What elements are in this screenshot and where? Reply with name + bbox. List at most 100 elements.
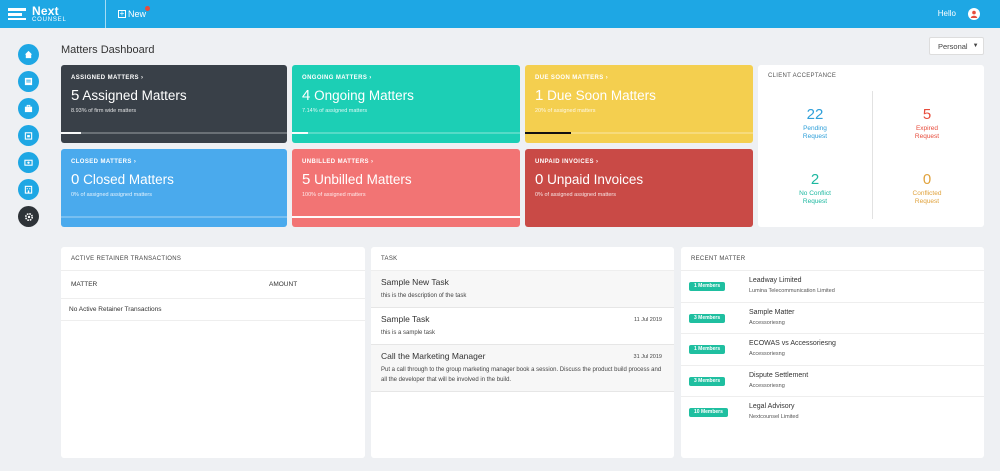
new-button[interactable]: + New bbox=[118, 6, 151, 19]
task-item[interactable]: Call the Marketing Manager 31 Jul 2019 P… bbox=[371, 345, 674, 392]
matter-title[interactable]: Sample Matter bbox=[749, 309, 795, 316]
matter-client: Accessoriesng bbox=[749, 319, 785, 326]
matter-title[interactable]: ECOWAS vs Accessoriesng bbox=[749, 340, 836, 347]
hello-label: Hello bbox=[937, 9, 956, 18]
notification-dot bbox=[145, 6, 151, 11]
task-title: TASK bbox=[371, 247, 674, 271]
recent-matter-item[interactable]: 3 Members Sample Matter Accessoriesng bbox=[681, 303, 984, 334]
task-item[interactable]: Sample Task 11 Jul 2019 this is a sample… bbox=[371, 308, 674, 345]
card-caption[interactable]: UNPAID INVOICES › bbox=[535, 159, 743, 165]
user-avatar-icon[interactable] bbox=[968, 8, 980, 20]
building-icon[interactable] bbox=[18, 179, 39, 200]
new-label: New bbox=[128, 9, 147, 19]
briefcase-icon[interactable] bbox=[18, 98, 39, 119]
client-acceptance-title: CLIENT ACCEPTANCE bbox=[768, 73, 837, 79]
recent-matter-item[interactable]: 1 Members ECOWAS vs Accessoriesng Access… bbox=[681, 334, 984, 366]
members-badge: 3 Members bbox=[689, 313, 726, 323]
task-item-desc: Put a call through to the group marketin… bbox=[381, 367, 662, 383]
members-badge: 1 Members bbox=[689, 282, 726, 291]
matter-client: Lumina Telecommunication Limited bbox=[749, 288, 835, 294]
conflicted-request-stat[interactable]: 0 Conflicted Request bbox=[872, 172, 982, 206]
column-matter[interactable]: MATTER bbox=[71, 281, 269, 288]
card-progress bbox=[292, 132, 520, 134]
card-closed-matters[interactable]: CLOSED MATTERS › 0 Closed Matters 0% of … bbox=[61, 149, 287, 227]
logo-counsel: COUNSEL bbox=[32, 17, 67, 23]
recent-matter-panel: RECENT MATTER 1 Members Leadway Limited … bbox=[681, 247, 984, 458]
card-subtext: 0% of assigned assigned matters bbox=[71, 192, 153, 198]
stat-value: 0 bbox=[922, 171, 932, 188]
card-value: 5 Assigned Matters bbox=[71, 87, 187, 104]
client-acceptance-panel: CLIENT ACCEPTANCE 22 Pending Request 5 Ex… bbox=[758, 65, 984, 227]
caret-down-icon: ▼ bbox=[972, 43, 979, 49]
recent-matter-item[interactable]: 10 Members Legal Advisory Nextcounsel Li… bbox=[681, 397, 984, 429]
matter-client: Accessoriesng bbox=[749, 351, 785, 357]
matter-title[interactable]: Legal Advisory bbox=[749, 403, 795, 410]
scope-select[interactable]: Personal ▼ bbox=[929, 37, 984, 55]
task-item-desc: this is the description of the task bbox=[381, 293, 467, 299]
calendar-icon[interactable] bbox=[18, 125, 39, 146]
card-value: 1 Due Soon Matters bbox=[535, 87, 656, 104]
retainer-panel: ACTIVE RETAINER TRANSACTIONS MATTER AMOU… bbox=[61, 247, 365, 458]
card-progress bbox=[292, 216, 520, 218]
card-assigned-matters[interactable]: ASSIGNED MATTERS › 5 Assigned Matters 8.… bbox=[61, 65, 287, 143]
task-item-desc: this is a sample task bbox=[381, 330, 436, 336]
card-subtext: 7.14% of assigned matters bbox=[302, 108, 368, 114]
stat-value: 2 bbox=[810, 171, 820, 188]
logo-next: Next bbox=[32, 4, 59, 18]
empty-row: No Active Retainer Transactions bbox=[61, 299, 365, 321]
logo[interactable]: Next COUNSEL bbox=[0, 0, 106, 28]
members-badge: 10 Members bbox=[689, 408, 728, 417]
card-unpaid-invoices[interactable]: UNPAID INVOICES › 0 Unpaid Invoices 0% o… bbox=[525, 149, 753, 227]
card-caption[interactable]: ONGOING MATTERS › bbox=[302, 75, 510, 81]
task-item-date: 31 Jul 2019 bbox=[633, 354, 662, 360]
matter-client: Nextcounsel Limited bbox=[749, 414, 799, 420]
card-subtext: 0% of assigned assigned matters bbox=[535, 192, 617, 198]
card-progress bbox=[61, 216, 287, 218]
matter-client: Accessoriesng bbox=[749, 382, 785, 389]
card-value: 0 Closed Matters bbox=[71, 171, 174, 188]
matter-title[interactable]: Dispute Settlement bbox=[749, 372, 808, 379]
task-item-title: Call the Marketing Manager bbox=[381, 351, 486, 361]
card-value: 4 Ongoing Matters bbox=[302, 87, 414, 104]
card-caption[interactable]: UNBILLED MATTERS › bbox=[302, 159, 510, 165]
card-ongoing-matters[interactable]: ONGOING MATTERS › 4 Ongoing Matters 7.14… bbox=[292, 65, 520, 143]
task-item-title: Sample Task bbox=[381, 314, 430, 324]
card-caption[interactable]: ASSIGNED MATTERS › bbox=[71, 75, 277, 81]
settings-icon[interactable] bbox=[18, 206, 39, 227]
card-due-soon-matters[interactable]: DUE SOON MATTERS › 1 Due Soon Matters 20… bbox=[525, 65, 753, 143]
card-subtext: 20% of assigned matters bbox=[535, 108, 596, 114]
list-icon[interactable] bbox=[18, 71, 39, 92]
members-badge: 1 Members bbox=[689, 345, 726, 354]
no-conflict-request-stat[interactable]: 2 No Conflict Request bbox=[760, 172, 870, 206]
wallet-icon[interactable] bbox=[18, 152, 39, 173]
logo-icon bbox=[8, 7, 28, 21]
retainer-table-header: MATTER AMOUNT bbox=[61, 271, 365, 299]
retainer-title: ACTIVE RETAINER TRANSACTIONS bbox=[61, 247, 365, 271]
stat-label: No Conflict Request bbox=[799, 190, 831, 205]
column-amount[interactable]: AMOUNT bbox=[269, 281, 297, 288]
card-caption[interactable]: CLOSED MATTERS › bbox=[71, 159, 277, 165]
task-panel: TASK Sample New Task this is the descrip… bbox=[371, 247, 674, 458]
card-value: 5 Unbilled Matters bbox=[302, 171, 412, 188]
card-unbilled-matters[interactable]: UNBILLED MATTERS › 5 Unbilled Matters 10… bbox=[292, 149, 520, 227]
pending-request-stat[interactable]: 22 Pending Request bbox=[760, 107, 870, 141]
task-item-title: Sample New Task bbox=[381, 277, 449, 287]
stat-value: 22 bbox=[806, 106, 824, 123]
recent-matter-item[interactable]: 3 Members Dispute Settlement Accessories… bbox=[681, 366, 984, 397]
card-caption[interactable]: DUE SOON MATTERS › bbox=[535, 75, 743, 81]
task-item[interactable]: Sample New Task this is the description … bbox=[371, 271, 674, 308]
stat-value: 5 bbox=[922, 106, 932, 123]
top-bar: Next COUNSEL + New Hello bbox=[0, 0, 1000, 28]
stat-label: Conflicted Request bbox=[912, 190, 942, 205]
matter-title[interactable]: Leadway Limited bbox=[749, 277, 802, 284]
recent-matter-title: RECENT MATTER bbox=[681, 247, 984, 271]
card-progress bbox=[525, 132, 753, 134]
scope-select-value: Personal bbox=[938, 41, 968, 51]
expired-request-stat[interactable]: 5 Expired Request bbox=[872, 107, 982, 141]
recent-matter-item[interactable]: 1 Members Leadway Limited Lumina Telecom… bbox=[681, 271, 984, 303]
card-subtext: 8.93% of firm wide matters bbox=[71, 108, 137, 114]
card-progress bbox=[61, 132, 287, 134]
members-badge: 3 Members bbox=[689, 376, 726, 386]
page-title: Matters Dashboard bbox=[61, 44, 155, 56]
home-icon[interactable] bbox=[18, 44, 39, 65]
